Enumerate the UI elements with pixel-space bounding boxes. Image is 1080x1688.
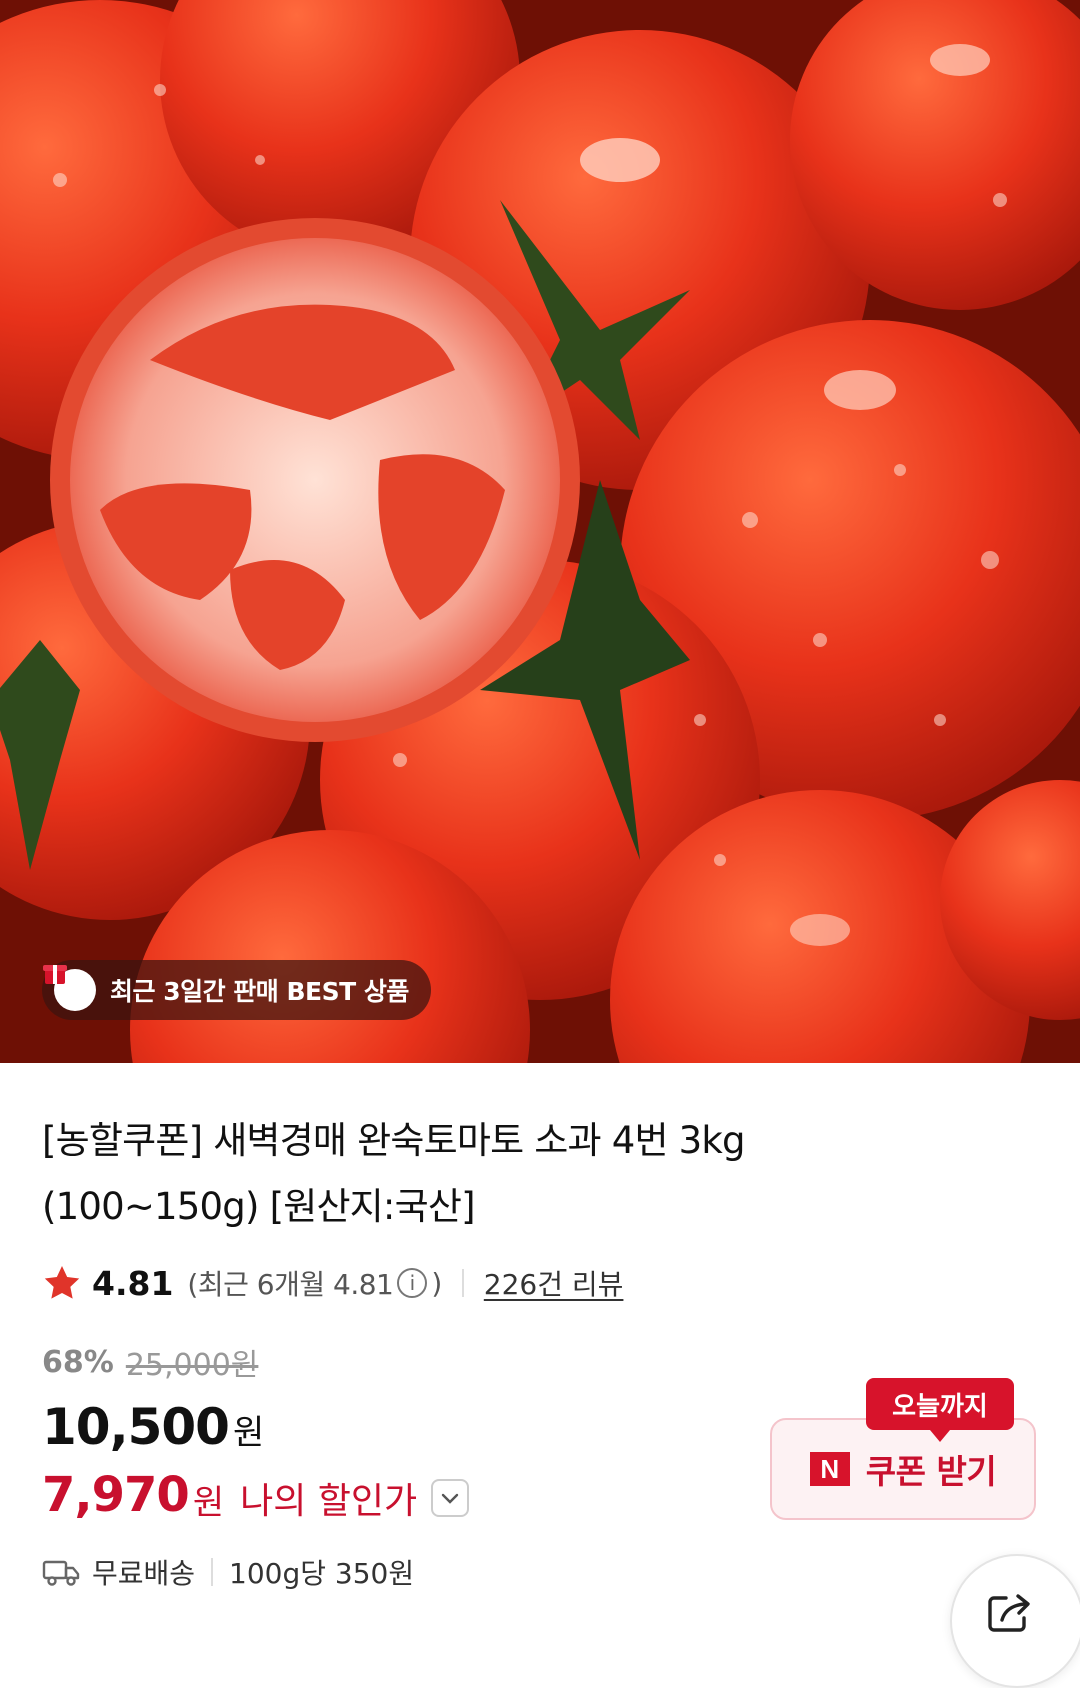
discount-percent: 68%	[42, 1344, 114, 1380]
shipping-row: 무료배송 100g당 350원	[42, 1550, 414, 1594]
best-seller-badge-text: 최근 3일간 판매 BEST 상품	[110, 977, 409, 1006]
recent-rating-close: )	[431, 1266, 442, 1300]
get-coupon-label: 쿠폰 받기	[865, 1452, 997, 1491]
product-image[interactable]: 최근 3일간 판매 BEST 상품	[0, 0, 1080, 1063]
tomato-photo	[0, 0, 1080, 1063]
review-count-link[interactable]: 226건 리뷰	[484, 1263, 624, 1303]
truck-icon	[42, 1560, 80, 1586]
n-logo-icon: N	[809, 1452, 850, 1486]
rating-row: 4.81 (최근 6개월 4.81 i ) 226건 리뷰	[42, 1260, 623, 1306]
sale-price-row: 10,500 원	[42, 1398, 264, 1456]
divider	[461, 1269, 464, 1297]
share-button[interactable]	[950, 1554, 1080, 1688]
info-icon[interactable]: i	[397, 1268, 428, 1298]
get-coupon-button[interactable]: N 쿠폰 받기	[770, 1418, 1036, 1520]
divider	[211, 1558, 214, 1586]
original-price: 25,000원	[125, 1348, 259, 1383]
recent-rating: (최근 6개월 4.81	[187, 1268, 394, 1301]
chevron-down-icon[interactable]	[431, 1479, 470, 1517]
product-title: [농할쿠폰] 새벽경매 완숙토마토 소과 4번 3kg (100~150g) […	[42, 1119, 746, 1228]
sale-price-unit: 원	[232, 1413, 265, 1453]
my-discount-price-unit: 원	[192, 1482, 225, 1523]
my-discount-price: 7,970	[42, 1467, 190, 1523]
today-only-tag: 오늘까지	[866, 1378, 1014, 1442]
my-discount-label: 나의 할인가	[240, 1481, 418, 1522]
unit-price: 100g당 350원	[229, 1557, 415, 1590]
my-discount-price-row[interactable]: 7,970 원 나의 할인가	[42, 1466, 470, 1524]
star-icon	[44, 1266, 80, 1299]
rating-score: 4.81	[92, 1263, 174, 1303]
sale-price: 10,500	[42, 1398, 230, 1456]
shipping-text: 무료배송	[92, 1557, 196, 1590]
gift-box-icon	[43, 965, 96, 1011]
share-icon	[988, 1594, 1030, 1632]
best-seller-badge: 최근 3일간 판매 BEST 상품	[42, 960, 431, 1020]
discount-row: 68% 25,000원	[42, 1340, 258, 1384]
